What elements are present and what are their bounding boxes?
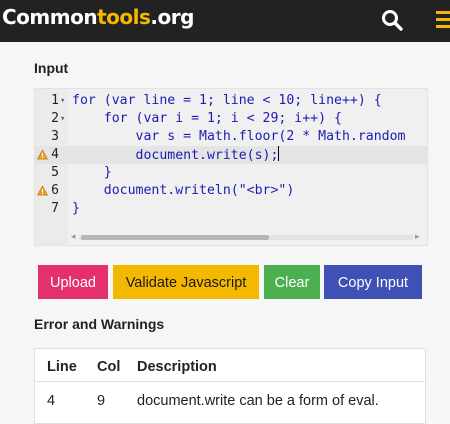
horizontal-scrollbar[interactable]: ◂ ▸	[71, 231, 421, 242]
hamburger-menu-icon[interactable]	[436, 11, 450, 29]
code-text: for (var line = 1; line < 10; line++) {	[72, 93, 382, 108]
line-number: 1	[51, 93, 59, 108]
code-text: document.writeln("<br>")	[72, 183, 295, 198]
warning-icon	[37, 149, 48, 160]
code-text: document.write(s);	[72, 146, 280, 163]
line-number: 2	[51, 111, 59, 126]
column-header-description: Description	[137, 359, 217, 375]
column-header-col: Col	[97, 359, 121, 375]
copy-input-button[interactable]: Copy Input	[324, 265, 422, 299]
logo-text-org: .org	[150, 5, 194, 29]
line-number: 5	[51, 165, 59, 180]
code-line[interactable]: 3 var s = Math.floor(2 * Math.random	[35, 128, 427, 146]
upload-button[interactable]: Upload	[38, 265, 108, 299]
input-section-title: Input	[34, 60, 69, 76]
error-row-col: 9	[97, 393, 106, 409]
validate-javascript-button[interactable]: Validate Javascript	[113, 265, 259, 299]
top-navigation-bar: Commontools.org	[0, 0, 450, 42]
site-logo[interactable]: Commontools.org	[2, 5, 194, 29]
fold-arrow-icon[interactable]: ▾	[60, 110, 65, 128]
logo-text-common: Common	[2, 5, 98, 29]
code-text: }	[72, 165, 112, 180]
fold-arrow-icon[interactable]: ▾	[60, 92, 65, 110]
line-number: 7	[51, 201, 59, 216]
error-row-line: 4	[47, 393, 56, 409]
error-row-description: document.write can be a form of eval.	[137, 393, 379, 409]
scroll-left-arrow-icon[interactable]: ◂	[71, 231, 76, 242]
code-text: var s = Math.floor(2 * Math.random	[72, 129, 406, 144]
code-text: for (var i = 1; i < 29; i++) {	[72, 111, 342, 126]
text-cursor	[278, 146, 280, 161]
column-header-line: Line	[47, 359, 77, 375]
errors-table: Line Col Description 4 9 document.write …	[34, 348, 426, 424]
clear-button[interactable]: Clear	[264, 265, 320, 299]
errors-section-title: Error and Warnings	[34, 316, 165, 332]
code-line[interactable]: 1 ▾ for (var line = 1; line < 10; line++) …	[35, 92, 427, 110]
warning-icon	[37, 185, 48, 196]
code-line[interactable]: 7}	[35, 200, 427, 218]
code-line[interactable]: 4 document.write(s);	[35, 146, 427, 164]
code-line[interactable]: 5 }	[35, 164, 427, 182]
header-divider	[35, 381, 425, 382]
search-icon[interactable]	[380, 8, 404, 32]
code-editor[interactable]: 1 ▾ for (var line = 1; line < 10; line++) …	[34, 88, 428, 246]
code-line[interactable]: 6 document.writeln("<br>")	[35, 182, 427, 200]
scroll-right-arrow-icon[interactable]: ▸	[415, 231, 420, 242]
scrollbar-thumb[interactable]	[81, 235, 269, 240]
logo-text-tools: tools	[97, 5, 151, 29]
code-line[interactable]: 2 ▾ for (var i = 1; i < 29; i++) {	[35, 110, 427, 128]
line-number: 3	[51, 129, 59, 144]
code-text: }	[72, 201, 80, 216]
